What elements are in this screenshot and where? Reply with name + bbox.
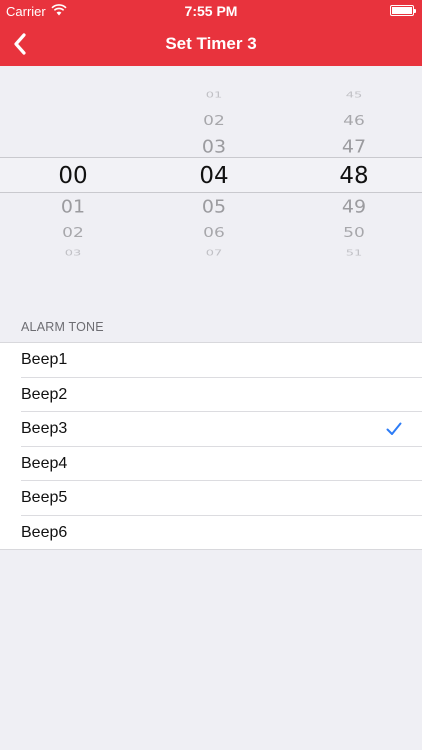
status-time: 7:55 PM xyxy=(184,3,238,19)
hours-option: 00 xyxy=(58,163,88,189)
page-title: Set Timer 3 xyxy=(165,34,257,53)
seconds-option: 48 xyxy=(339,163,369,189)
minutes-option: 02 xyxy=(203,113,225,129)
seconds-option: 51 xyxy=(345,249,363,258)
tone-row-beep4[interactable]: Beep4 xyxy=(0,447,422,481)
status-bar: Carrier 7:55 PM xyxy=(0,0,422,22)
seconds-option: 45 xyxy=(345,91,363,100)
minutes-option: 01 xyxy=(205,91,223,100)
seconds-option: 50 xyxy=(343,225,365,241)
tone-label: Beep3 xyxy=(21,420,68,437)
tone-label: Beep2 xyxy=(21,385,68,403)
battery-icon xyxy=(390,5,416,16)
seconds-option: 49 xyxy=(341,196,367,218)
tone-label: Beep5 xyxy=(21,489,68,506)
hours-option: 01 xyxy=(60,196,86,218)
hours-wheel[interactable]: 00 01 02 03 xyxy=(3,66,143,280)
seconds-option: 46 xyxy=(343,113,365,129)
tone-row-beep5[interactable]: Beep5 xyxy=(0,481,422,516)
minutes-option: 04 xyxy=(199,163,229,189)
nav-bar: Set Timer 3 xyxy=(0,22,422,66)
tone-label: Beep6 xyxy=(21,523,68,541)
minutes-option: 06 xyxy=(203,225,225,241)
minutes-option: 07 xyxy=(205,249,223,258)
seconds-wheel[interactable]: 45 46 47 48 49 50 51 xyxy=(284,66,422,280)
tone-label: Beep4 xyxy=(21,454,68,472)
checkmark-icon xyxy=(386,422,402,435)
hours-option: 02 xyxy=(62,225,84,241)
alarm-tone-header: ALARM TONE xyxy=(21,320,104,334)
tone-row-beep2[interactable]: Beep2 xyxy=(0,378,422,412)
header: Carrier 7:55 PM Set Timer 3 xyxy=(0,0,422,66)
minutes-wheel[interactable]: 01 02 03 04 05 06 07 xyxy=(144,66,284,280)
minutes-option: 05 xyxy=(201,196,227,218)
time-picker[interactable]: 00 01 02 03 01 02 03 04 05 06 07 45 46 47 48 49 50 51 xyxy=(0,66,422,280)
tone-row-beep1[interactable]: Beep1 xyxy=(0,343,422,378)
seconds-option: 47 xyxy=(341,136,367,158)
minutes-option: 03 xyxy=(201,136,227,158)
tone-row-beep3[interactable]: Beep3 xyxy=(0,412,422,447)
alarm-tone-list: Beep1 Beep2 Beep3 Beep4 Beep5 Beep6 xyxy=(0,342,422,550)
hours-option: 03 xyxy=(64,249,82,258)
tone-row-beep6[interactable]: Beep6 xyxy=(0,516,422,551)
battery-fill xyxy=(392,7,412,14)
tone-label: Beep1 xyxy=(21,351,68,368)
